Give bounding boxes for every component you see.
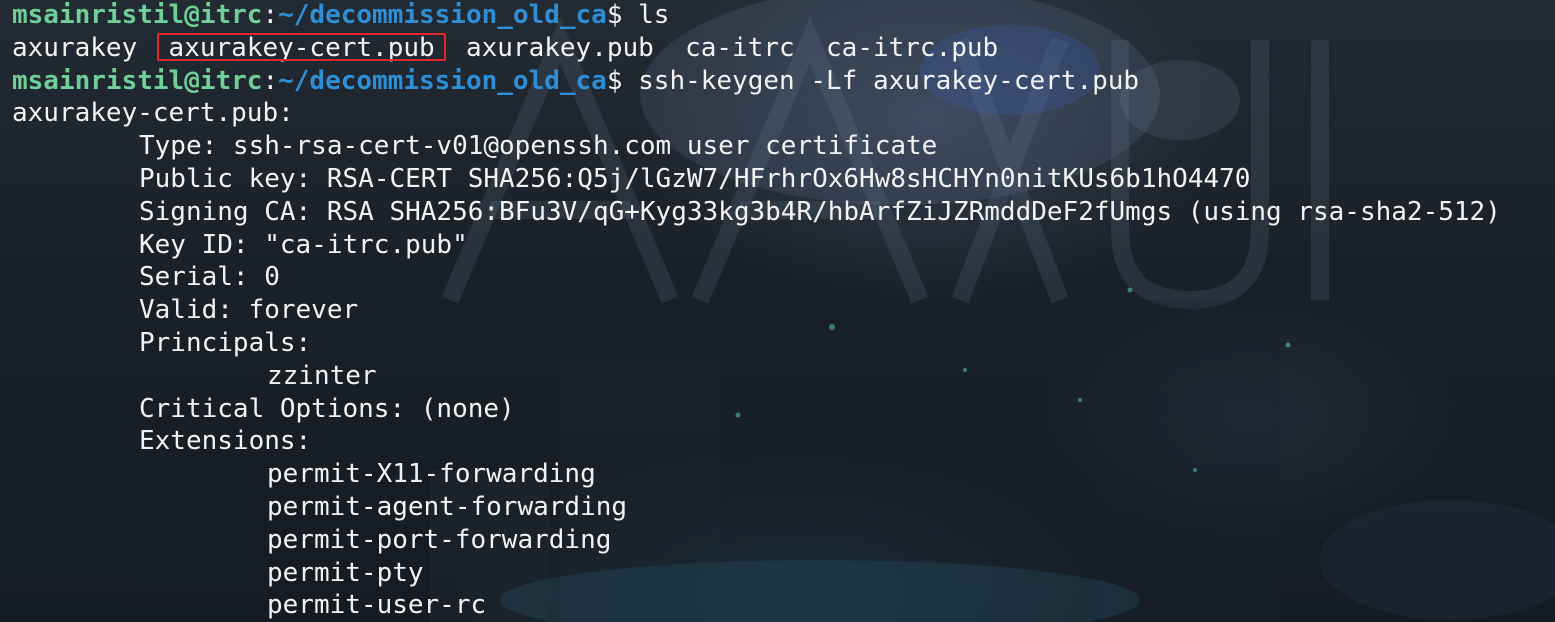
- file-entry: axurakey: [12, 32, 138, 63]
- prompt-line: msainristil@itrc:~/decommission_old_ca$ …: [12, 65, 1555, 98]
- ls-output-line: axurakey axurakey-cert.pub axurakey.pub …: [12, 32, 1555, 65]
- highlighted-file-entry: axurakey-cert.pub: [156, 32, 446, 63]
- prompt-user: msainristil@itrc: [12, 0, 263, 30]
- file-entry: axurakey.pub: [465, 32, 654, 63]
- highlight-box: [156, 32, 446, 61]
- cert-signing-ca: Signing CA: RSA SHA256:BFu3V/qG+Kyg33kg3…: [139, 196, 1501, 227]
- prompt-path: ~/decommission_old_ca: [278, 65, 607, 96]
- cert-extension: permit-X11-forwarding: [267, 459, 596, 490]
- command-text: ssh-keygen -Lf axurakey-cert.pub: [638, 65, 1140, 96]
- prompt-separator: :: [262, 65, 279, 96]
- prompt-symbol: $: [606, 0, 623, 30]
- cert-extension: permit-user-rc: [267, 590, 487, 621]
- cert-principal: zzinter: [267, 360, 377, 391]
- prompt-symbol: $: [606, 65, 623, 96]
- cert-extension: permit-pty: [267, 557, 424, 588]
- cert-header: axurakey-cert.pub:: [12, 98, 294, 129]
- prompt-path: ~/decommission_old_ca: [278, 0, 607, 30]
- cert-public-key: Public key: RSA-CERT SHA256:Q5j/lGzW7/HF…: [139, 163, 1251, 194]
- prompt-line: msainristil@itrc:~/decommission_old_ca$ …: [12, 0, 1555, 32]
- cert-key-id: Key ID: "ca-itrc.pub": [139, 229, 468, 260]
- command-text: ls: [638, 0, 670, 30]
- cert-critical-options: Critical Options: (none): [139, 393, 515, 424]
- terminal-window[interactable]: msainristil@itrc:~/decommission_old_ca$ …: [0, 0, 1555, 622]
- terminal-output: msainristil@itrc:~/decommission_old_ca$ …: [12, 0, 1555, 622]
- file-entry: ca-itrc: [685, 32, 795, 63]
- cert-principals-label: Principals:: [139, 327, 312, 358]
- cert-serial: Serial: 0: [139, 262, 280, 293]
- prompt-separator: :: [262, 0, 279, 30]
- prompt-user: msainristil@itrc: [12, 65, 263, 96]
- cert-valid: Valid: forever: [139, 295, 359, 326]
- cert-extension: permit-port-forwarding: [267, 524, 612, 555]
- cert-extensions-label: Extensions:: [139, 426, 312, 457]
- cert-type: Type: ssh-rsa-cert-v01@openssh.com user …: [139, 131, 938, 162]
- cert-extension: permit-agent-forwarding: [267, 491, 628, 522]
- file-entry: ca-itrc.pub: [826, 32, 999, 63]
